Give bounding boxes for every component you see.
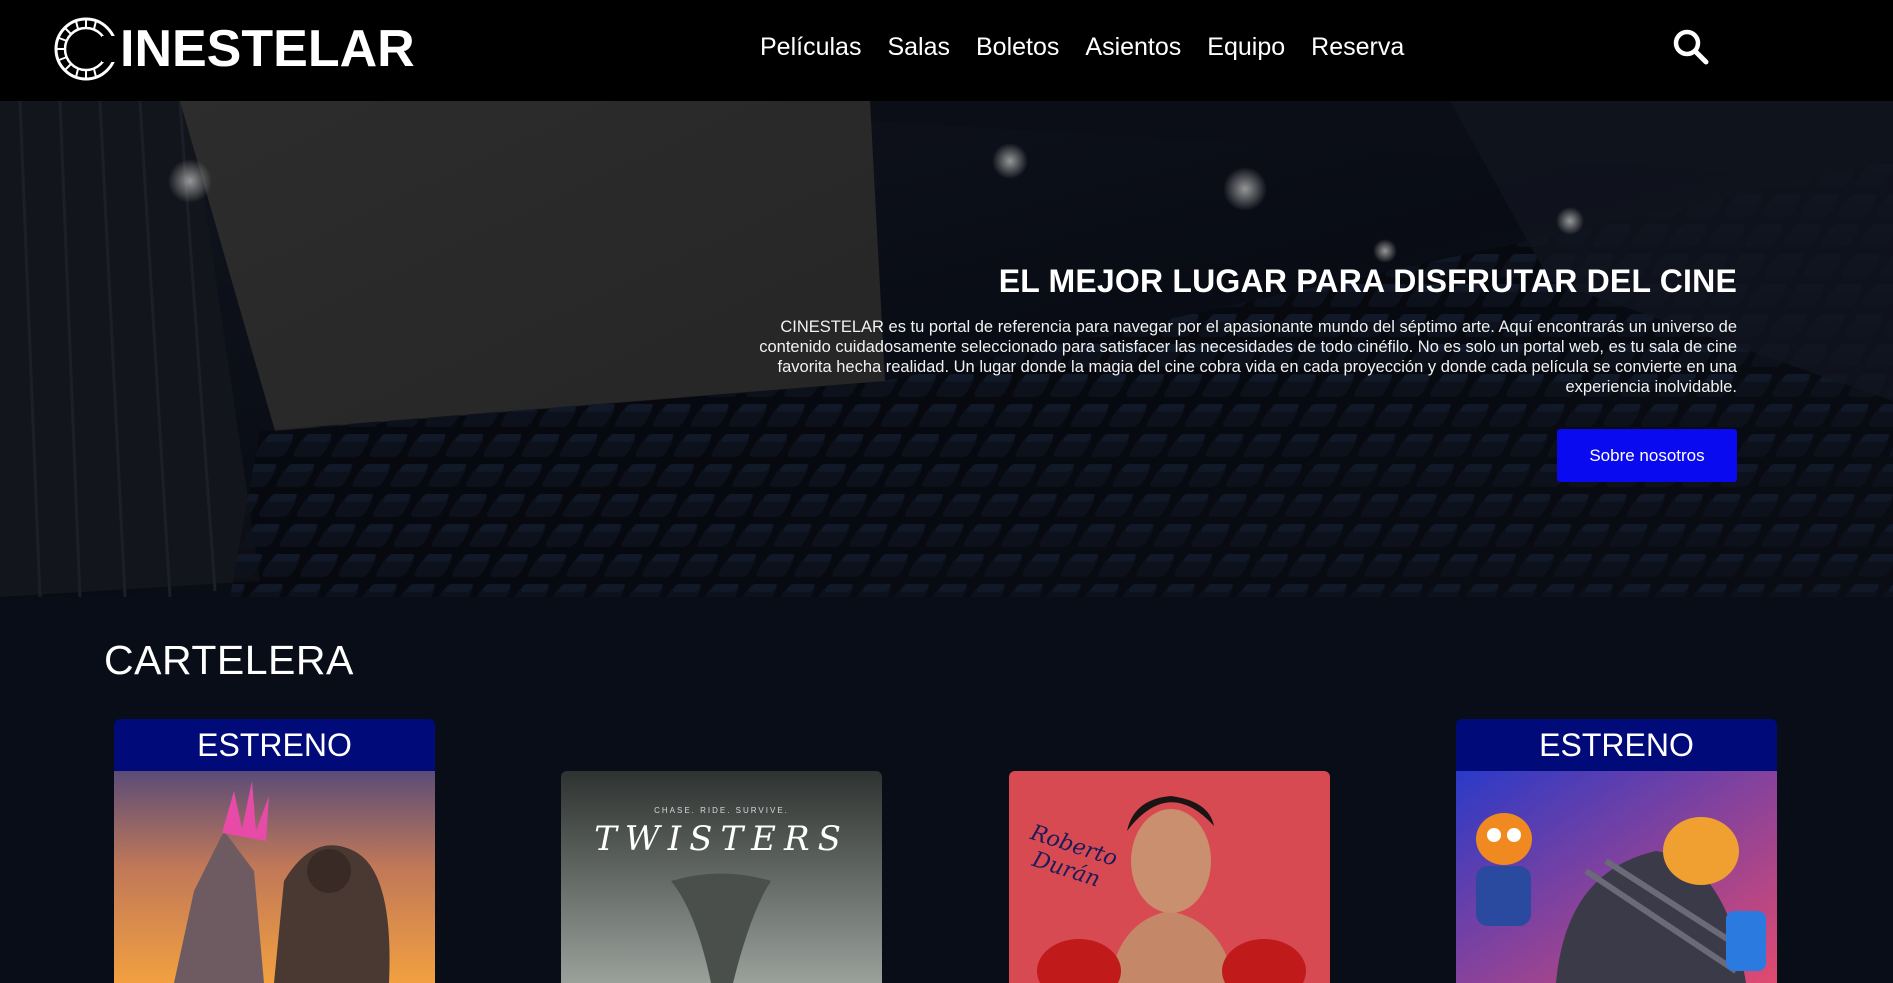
cartelera-title: CARTELERA bbox=[104, 637, 354, 683]
nav-item-salas[interactable]: Salas bbox=[887, 30, 950, 64]
nav-item-reserva[interactable]: Reserva bbox=[1311, 30, 1404, 64]
site-header: INESTELAR Películas Salas Boletos Asient… bbox=[0, 0, 1893, 101]
nav-item-equipo[interactable]: Equipo bbox=[1207, 30, 1285, 64]
nav-item-peliculas[interactable]: Películas bbox=[760, 30, 861, 64]
search-icon[interactable] bbox=[1672, 28, 1710, 66]
hero-title: EL MEJOR LUGAR PARA DISFRUTAR DEL CINE bbox=[998, 263, 1737, 299]
movie-card-despicable-me[interactable]: ESTRENO bbox=[1456, 719, 1777, 983]
movie-poster-image[interactable] bbox=[1456, 771, 1777, 983]
movie-poster-image[interactable]: Roberto Durán bbox=[1009, 771, 1330, 983]
movie-card-godzilla-kong[interactable]: ESTRENO bbox=[114, 719, 435, 983]
hero-content: EL MEJOR LUGAR PARA DISFRUTAR DEL CINE C… bbox=[757, 259, 1737, 482]
site-logo[interactable]: INESTELAR bbox=[52, 14, 415, 84]
nav-item-boletos[interactable]: Boletos bbox=[976, 30, 1059, 64]
poster-illustration bbox=[1456, 771, 1777, 983]
film-reel-logo-icon bbox=[54, 17, 116, 81]
main-nav: Películas Salas Boletos Asientos Equipo … bbox=[760, 30, 1430, 64]
movie-poster-image[interactable] bbox=[114, 771, 435, 983]
poster-title: TWISTERS bbox=[594, 819, 849, 859]
nav-item-asientos[interactable]: Asientos bbox=[1085, 30, 1181, 64]
poster-illustration bbox=[561, 771, 882, 983]
hero-banner: EL MEJOR LUGAR PARA DISFRUTAR DEL CINE C… bbox=[0, 101, 1893, 597]
poster-illustration bbox=[114, 771, 435, 983]
about-us-button[interactable]: Sobre nosotros bbox=[1557, 429, 1737, 482]
movie-card-twisters[interactable]: CHASE. RIDE. SURVIVE. TWISTERS bbox=[561, 771, 882, 983]
logo-text: INESTELAR bbox=[120, 20, 415, 78]
movie-card-duran[interactable]: Roberto Durán bbox=[1009, 771, 1330, 983]
premiere-badge: ESTRENO bbox=[1456, 719, 1777, 771]
poster-tagline: CHASE. RIDE. SURVIVE. bbox=[654, 806, 789, 815]
movie-poster-image[interactable]: CHASE. RIDE. SURVIVE. TWISTERS bbox=[561, 771, 882, 983]
premiere-badge: ESTRENO bbox=[114, 719, 435, 771]
hero-description: CINESTELAR es tu portal de referencia pa… bbox=[759, 318, 1737, 396]
